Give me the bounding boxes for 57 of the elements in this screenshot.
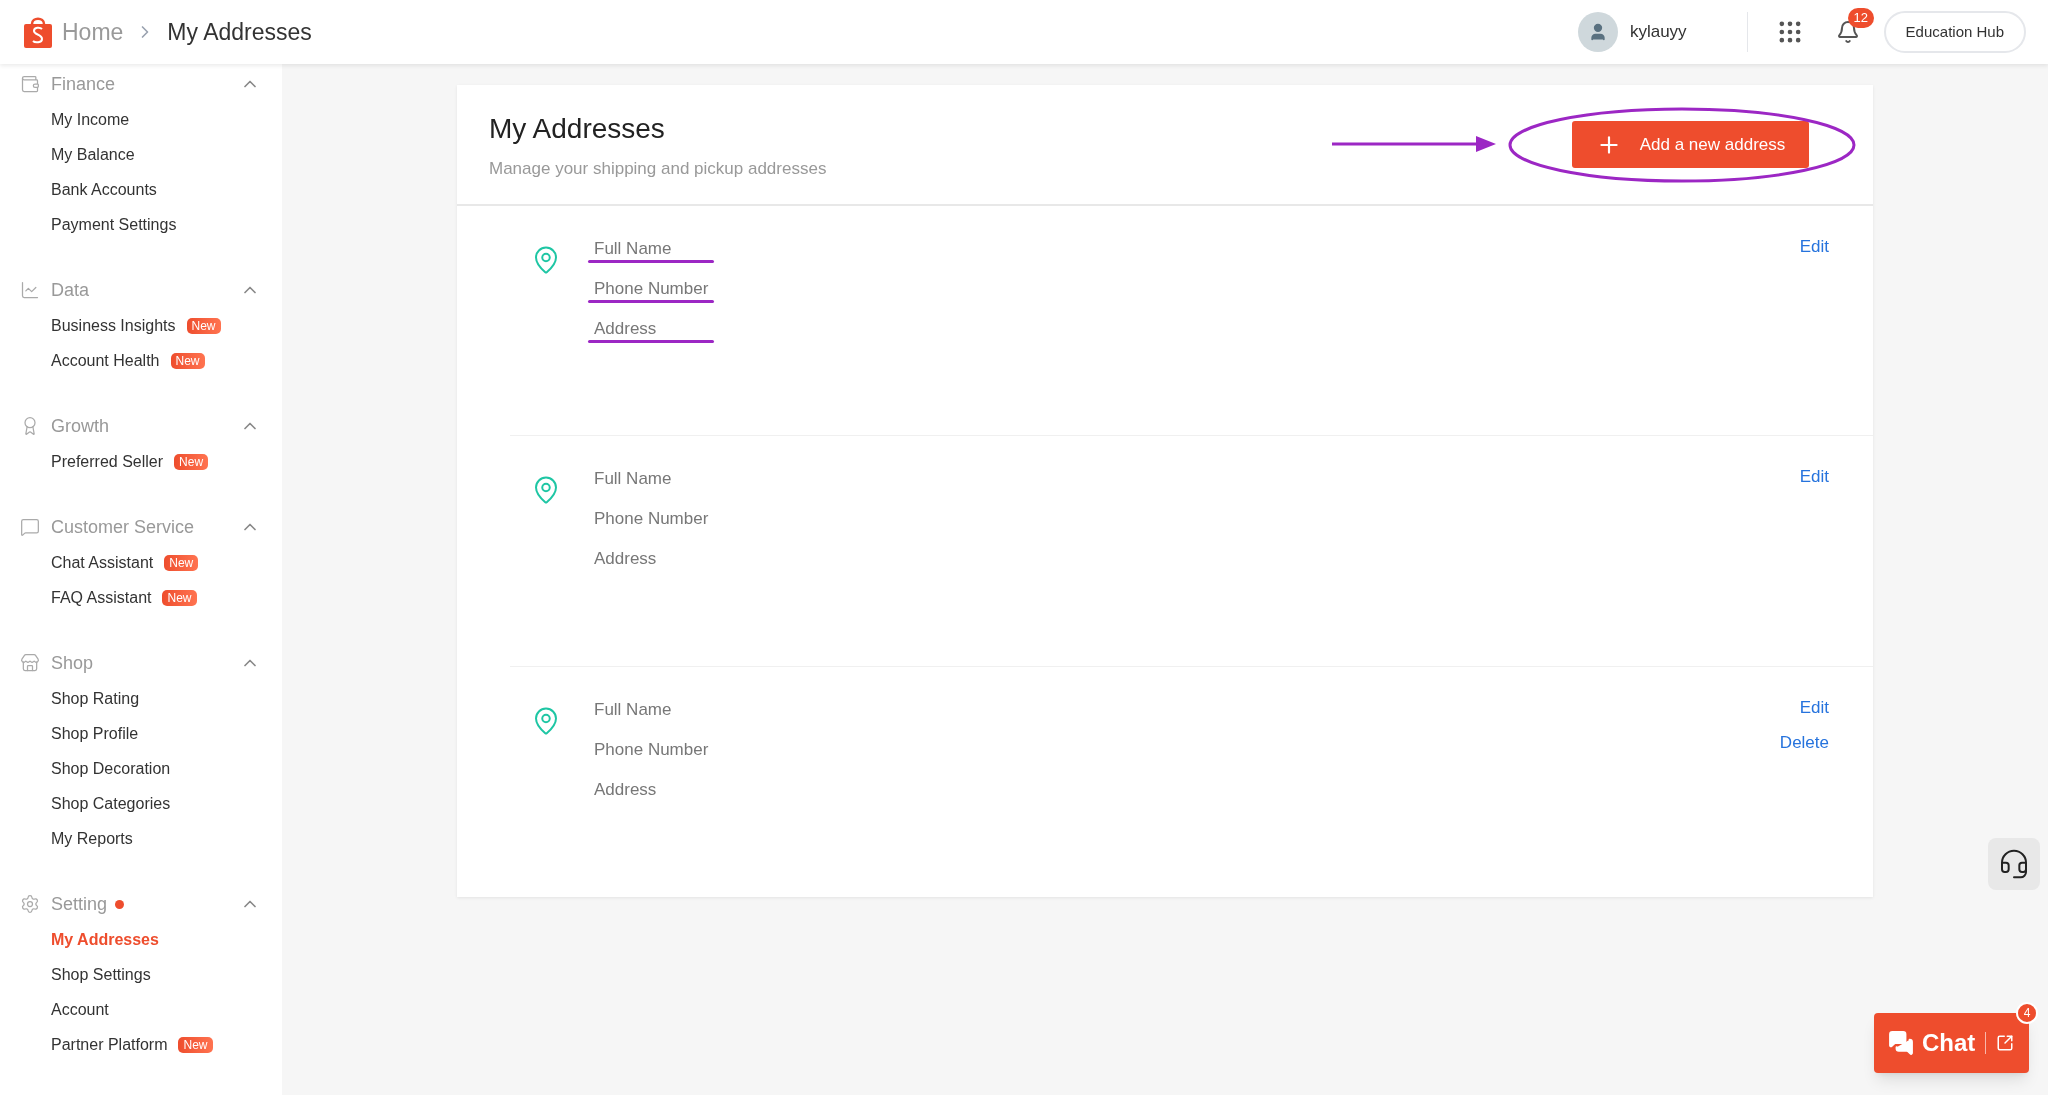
- sidebar-item[interactable]: Chat Assistant: [51, 550, 154, 575]
- sidebar-item[interactable]: Shop Categories: [51, 791, 171, 816]
- new-badge: New: [178, 1036, 213, 1053]
- address-action-link[interactable]: Delete: [1779, 725, 1829, 760]
- wallet-icon: [20, 74, 40, 94]
- new-badge: New: [170, 352, 205, 369]
- pop-out-icon: [1996, 1034, 2015, 1052]
- address-field: Full Name: [594, 236, 672, 262]
- sidebar-item[interactable]: Account Health: [51, 348, 160, 373]
- address-field: Address: [594, 777, 657, 803]
- address-field: Address: [594, 546, 657, 572]
- sidebar-item[interactable]: Preferred Seller: [51, 449, 164, 474]
- sidebar-item[interactable]: Shop Profile: [51, 721, 139, 746]
- new-badge: New: [162, 589, 197, 606]
- sidebar-item[interactable]: Partner Platform: [51, 1032, 168, 1057]
- new-badge: New: [186, 317, 221, 334]
- gear-icon: [20, 894, 40, 914]
- breadcrumb-current: My Addresses: [167, 17, 312, 47]
- sidebar-item[interactable]: My Reports: [51, 826, 133, 851]
- message-board-icon: [20, 517, 40, 537]
- sidebar-item[interactable]: Shop Settings: [51, 962, 151, 987]
- page-subtitle: Manage your shipping and pickup addresses: [489, 157, 827, 180]
- shopping-bag-logo-icon[interactable]: [22, 15, 54, 49]
- address-action-link[interactable]: Edit: [1799, 229, 1829, 264]
- username[interactable]: kylauyy: [1629, 19, 1687, 45]
- education-hub-button[interactable]: Education Hub: [1883, 11, 2026, 53]
- new-badge: New: [174, 453, 209, 470]
- address-action-link[interactable]: Edit: [1799, 459, 1829, 494]
- chat-count-badge: 4: [2016, 1002, 2038, 1024]
- address-field: Full Name: [594, 697, 672, 723]
- sidebar-item[interactable]: Payment Settings: [51, 212, 177, 237]
- notification-bell-icon[interactable]: [1835, 20, 1860, 44]
- store-icon: [20, 653, 40, 673]
- add-address-button[interactable]: Add a new address: [1572, 121, 1809, 168]
- sidebar-item[interactable]: My Balance: [51, 142, 135, 167]
- address-action-link[interactable]: Edit: [1799, 690, 1829, 725]
- notification-count-badge: 12: [1847, 8, 1875, 28]
- sidebar-item[interactable]: Shop Decoration: [51, 756, 171, 781]
- sidebar-item[interactable]: Shop Rating: [51, 686, 140, 711]
- address-field: Phone Number: [594, 276, 709, 302]
- sidebar-item[interactable]: FAQ Assistant: [51, 585, 152, 610]
- address-field: Full Name: [594, 466, 672, 492]
- headset-icon: [1998, 848, 2030, 880]
- page-title: My Addresses: [489, 111, 666, 146]
- sidebar-item[interactable]: My Income: [51, 107, 130, 132]
- sidebar-item[interactable]: Business Insights: [51, 313, 176, 338]
- address-field: Phone Number: [594, 737, 709, 763]
- line-chart-icon: [20, 280, 40, 300]
- sidebar-item[interactable]: Account: [51, 997, 109, 1022]
- avatar-icon[interactable]: [1577, 12, 1618, 52]
- support-headset-button[interactable]: [1988, 838, 2040, 890]
- address-field: Address: [594, 316, 657, 342]
- chat-bubbles-icon: [1888, 1030, 1914, 1056]
- sidebar-item[interactable]: Bank Accounts: [51, 177, 157, 202]
- address-field: Phone Number: [594, 506, 709, 532]
- sidebar-item[interactable]: My Addresses: [51, 927, 159, 952]
- new-badge: New: [164, 554, 199, 571]
